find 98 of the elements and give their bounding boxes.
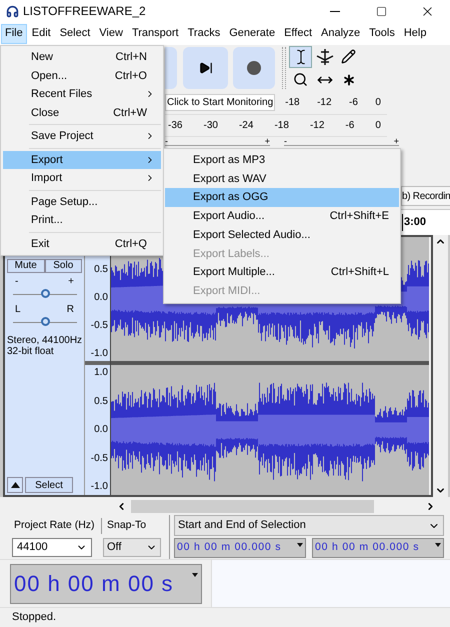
menu-item[interactable]: New Ctrl+N (3, 48, 161, 66)
window-title: LISTOFFREEWARE_2 (23, 3, 146, 20)
gain-slider[interactable] (12, 287, 76, 295)
menu-item[interactable]: Print... (3, 211, 161, 230)
axis-label: -0.5 (90, 319, 108, 333)
pan-slider[interactable] (12, 315, 76, 323)
slider-minus-label: - (284, 137, 287, 146)
timeline-label: 3:00 (402, 214, 426, 231)
scrollbar-thumb[interactable] (131, 500, 374, 512)
solo-button[interactable]: Solo (44, 259, 82, 273)
vertical-scrollbar[interactable] (433, 235, 448, 497)
headphones-icon (6, 4, 19, 18)
axis-label: 0.0 (94, 423, 108, 437)
mute-button[interactable]: Mute (7, 259, 44, 273)
project-rate-dropdown[interactable]: 44100 (12, 538, 92, 556)
record-icon (247, 61, 261, 76)
menu-item[interactable]: View (95, 24, 127, 44)
gain-plus-label: + (68, 277, 74, 287)
snap-to-dropdown[interactable]: Off (103, 538, 161, 556)
meter-tick-label: -12 (317, 96, 332, 110)
up-triangle-icon (10, 482, 20, 488)
axis-label: 1.0 (94, 366, 108, 380)
dropdown-arrow-icon (297, 543, 303, 547)
menu-item[interactable]: Export Audio... Ctrl+Shift+E (165, 207, 399, 226)
axis-label: 0.0 (94, 291, 108, 305)
dropdown-arrow-icon (435, 543, 441, 547)
menu-item[interactable]: Export Selected Audio... (165, 226, 399, 244)
menu-item[interactable]: Page Setup... (3, 192, 161, 211)
gain-minus-label: - (15, 277, 18, 287)
recording-device-dropdown[interactable]: b) Recordin (401, 186, 450, 206)
meter-tick-label: -12 (310, 119, 324, 133)
meter-tick-label: -6 (345, 119, 354, 133)
axis-label: -1.0 (90, 480, 108, 494)
menu-item[interactable]: Edit (28, 24, 55, 44)
magnifier-icon (293, 72, 308, 88)
menu-item[interactable]: Save Project (3, 127, 161, 146)
pan-left-label: L (15, 305, 21, 315)
menu-item[interactable]: Select (56, 24, 94, 44)
project-rate-label: Project Rate (Hz) (12, 518, 102, 534)
minimize-icon (330, 10, 340, 12)
time-display[interactable]: 00 h 00 m 00 s (10, 564, 202, 604)
slider-plus-label: + (394, 137, 399, 146)
axis-label: 0.5 (94, 394, 108, 408)
collapse-button[interactable] (7, 477, 23, 493)
slider-minus-label: - (165, 137, 168, 146)
meter-tick-label: 0 (375, 119, 381, 133)
menu-item[interactable]: Transport (128, 24, 183, 44)
meter-tick-label: -30 (203, 119, 218, 133)
meter-tick-label: -36 (168, 119, 182, 133)
meter-tick-label: -24 (238, 119, 254, 133)
menu-item[interactable]: Close Ctrl+W (3, 104, 161, 122)
meter-tick-label: -18 (274, 119, 289, 133)
menu-item[interactable]: Import (3, 169, 161, 188)
axis-label: -1.0 (90, 347, 108, 361)
menu-item[interactable]: Tracks (184, 24, 224, 44)
menu-item[interactable]: Generate (225, 24, 280, 44)
envelope-icon (316, 48, 334, 66)
menu-item[interactable]: Tools (365, 24, 399, 44)
recording-meter[interactable]: Click to Start Monitoring -18 -12 -6 0 (165, 92, 387, 115)
time-text: 00 h 00 m 00 s (14, 570, 174, 598)
meter-tick-label: 0 (375, 96, 381, 110)
meter-prompt: Click to Start Monitoring (165, 94, 276, 112)
meter-tick-label: -18 (285, 96, 300, 110)
track-info: Stereo, 44100Hz (7, 335, 82, 346)
skip-to-end-button[interactable] (183, 47, 228, 90)
menu-item[interactable]: Help (400, 24, 430, 44)
menu-item[interactable]: File (1, 24, 27, 44)
snap-to-label: Snap-To (106, 518, 146, 534)
menu-item[interactable]: Export (3, 150, 161, 169)
track-info: 32-bit float (7, 346, 55, 357)
menu-item[interactable]: Exit Ctrl+Q (3, 234, 161, 253)
menu-item[interactable]: Export as WAV (165, 170, 399, 188)
record-button[interactable] (233, 47, 275, 90)
pan-right-label: R (66, 305, 74, 315)
selection-mode-dropdown[interactable]: Start and End of Selection (174, 515, 444, 536)
menu-item[interactable]: Recent Files (3, 85, 161, 104)
slider-plus-label: + (264, 137, 270, 146)
maximize-icon (376, 6, 386, 16)
playback-meter[interactable]: -36 -30 -24 -18 -12 -6 0 (165, 114, 387, 138)
selection-tool-button[interactable] (289, 46, 312, 68)
menu-item[interactable]: Effect (280, 24, 316, 44)
dropdown-arrow-icon (192, 572, 198, 576)
menu-item[interactable]: Export as OGG (165, 188, 399, 208)
status-text: Stopped. (12, 610, 56, 626)
select-button[interactable]: Select (25, 477, 73, 493)
axis-label: 0.5 (94, 263, 108, 277)
menu-item[interactable]: Open... Ctrl+O (3, 66, 161, 85)
selection-end-field[interactable]: 00 h 00 m 00.000 s (312, 538, 444, 558)
pencil-icon (341, 49, 356, 64)
menu-item[interactable]: Export as MP3 (165, 151, 399, 170)
meter-tick-label: -6 (349, 96, 358, 110)
slider-thumb[interactable] (40, 317, 50, 326)
selection-start-field[interactable]: 00 h 00 m 00.000 s (174, 538, 306, 558)
slider-thumb[interactable] (40, 289, 50, 298)
skip-to-end-icon (198, 61, 212, 76)
axis-label: -0.5 (90, 452, 108, 466)
menu-item[interactable]: Analyze (317, 24, 364, 44)
menu-item[interactable]: Export Multiple... Ctrl+Shift+L (165, 263, 399, 282)
